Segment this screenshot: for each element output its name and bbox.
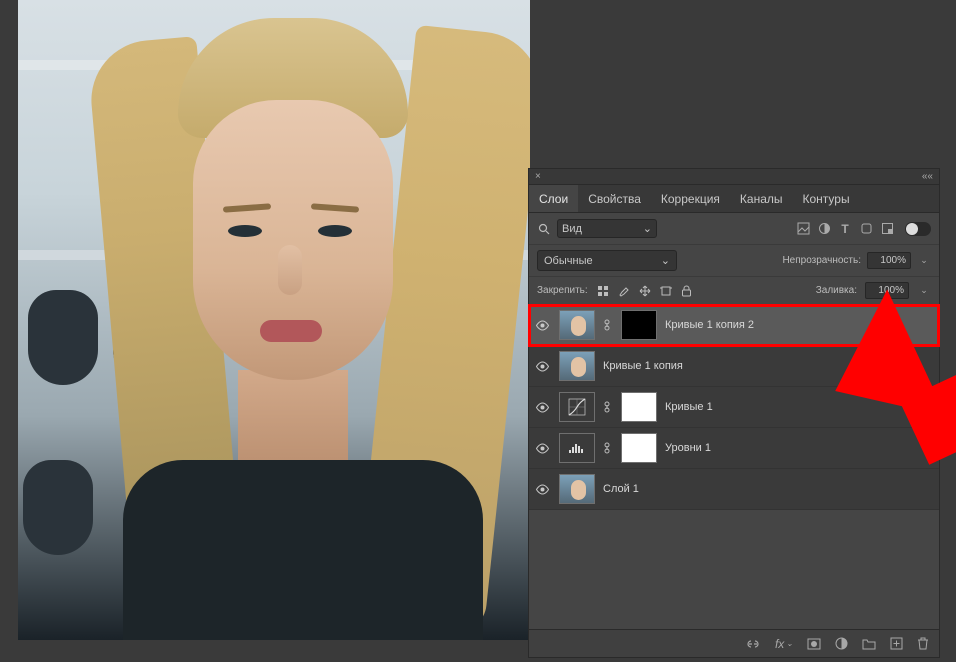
blend-mode-value: Обычные [544,255,593,267]
portrait-lips [260,320,322,342]
layer-thumbnail[interactable] [559,474,595,504]
bg-mask-1 [28,290,98,385]
opacity-label: Непрозрачность: [782,255,861,266]
shape-filter-icon[interactable] [859,222,873,236]
panel-footer: fx⌄ [529,629,939,657]
visibility-eye-icon[interactable] [535,402,551,413]
filter-kind-label: Вид [562,223,582,235]
chevron-down-icon[interactable]: ⌄ [917,285,931,296]
filter-kind-select[interactable]: Вид ⌄ [557,219,657,238]
layer-name-label[interactable]: Кривые 1 копия [603,360,683,372]
lock-artboard-icon[interactable] [659,284,673,298]
portrait-nose [278,245,302,295]
trash-icon[interactable] [917,637,929,650]
portrait-jacket [123,460,483,640]
adjustment-filter-icon[interactable] [817,222,831,236]
lock-icons [596,284,694,298]
chevron-down-icon: ⌄ [643,222,652,235]
search-icon[interactable] [537,222,551,236]
visibility-eye-icon[interactable] [535,443,551,454]
opacity-field[interactable]: 100% [867,252,911,269]
curves-adjustment-icon [559,392,595,422]
layer-row[interactable]: Кривые 1 [529,387,939,428]
blend-row: Обычные ⌄ Непрозрачность: 100% ⌄ [529,245,939,277]
tab-adjustments[interactable]: Коррекция [651,185,730,212]
layers-list: Кривые 1 копия 2 Кривые 1 копия Кривые 1 Ур… [529,305,939,510]
bg-mask-3 [23,460,93,555]
layer-row[interactable]: Уровни 1 [529,428,939,469]
portrait-eye-right [318,225,352,237]
tab-paths[interactable]: Контуры [793,185,860,212]
fill-label: Заливка: [816,285,857,296]
link-icon[interactable] [745,639,761,649]
layer-name-label[interactable]: Слой 1 [603,483,639,495]
new-layer-icon[interactable] [890,637,903,650]
chevron-down-icon: ⌄ [661,254,670,267]
tab-channels[interactable]: Каналы [730,185,793,212]
mask-link-icon[interactable] [603,401,613,413]
visibility-eye-icon[interactable] [535,320,551,331]
layers-panel: × «« Слои Свойства Коррекция Каналы Конт… [528,168,940,658]
smartobj-filter-icon[interactable] [880,222,894,236]
lock-move-icon[interactable] [638,284,652,298]
mask-link-icon[interactable] [603,442,613,454]
lock-label: Закрепить: [537,285,588,296]
type-filter-icon[interactable]: T [838,222,852,236]
canvas-area[interactable] [18,0,530,640]
layer-mask-thumbnail[interactable] [621,433,657,463]
visibility-eye-icon[interactable] [535,484,551,495]
adjustment-add-icon[interactable] [835,637,848,650]
mask-link-icon[interactable] [603,319,613,331]
panel-menu-icon[interactable]: «« [922,171,933,182]
levels-adjustment-icon [559,433,595,463]
layer-mask-thumbnail[interactable] [621,392,657,422]
visibility-eye-icon[interactable] [535,361,551,372]
close-icon[interactable]: × [535,171,541,182]
chevron-down-icon[interactable]: ⌄ [917,255,931,266]
lock-all-icon[interactable] [680,284,694,298]
canvas-image [18,0,530,640]
panel-tabs: Слои Свойства Коррекция Каналы Контуры [529,185,939,213]
fx-icon[interactable]: fx⌄ [775,637,793,651]
lock-row: Закрепить: Заливка: 100% ⌄ [529,277,939,305]
panel-topbar: × «« [529,169,939,185]
filter-type-icons: T [796,222,931,236]
blend-mode-select[interactable]: Обычные ⌄ [537,250,677,271]
group-icon[interactable] [862,638,876,650]
layer-thumbnail[interactable] [559,310,595,340]
tab-properties[interactable]: Свойства [578,185,651,212]
lock-brush-icon[interactable] [617,284,631,298]
fill-field[interactable]: 100% [865,282,909,299]
layer-mask-thumbnail[interactable] [621,310,657,340]
filter-toggle[interactable] [905,222,931,236]
layer-thumbnail[interactable] [559,351,595,381]
portrait-eye-left [228,225,262,237]
layer-row[interactable]: Слой 1 [529,469,939,510]
layer-name-label[interactable]: Кривые 1 [665,401,713,413]
tab-layers[interactable]: Слои [529,185,578,212]
layer-row[interactable]: Кривые 1 копия [529,346,939,387]
layer-name-label[interactable]: Уровни 1 [665,442,711,454]
layer-row[interactable]: Кривые 1 копия 2 [529,305,939,346]
layer-name-label[interactable]: Кривые 1 копия 2 [665,319,754,331]
image-filter-icon[interactable] [796,222,810,236]
lock-pixels-icon[interactable] [596,284,610,298]
filter-row: Вид ⌄ T [529,213,939,245]
mask-add-icon[interactable] [807,638,821,650]
